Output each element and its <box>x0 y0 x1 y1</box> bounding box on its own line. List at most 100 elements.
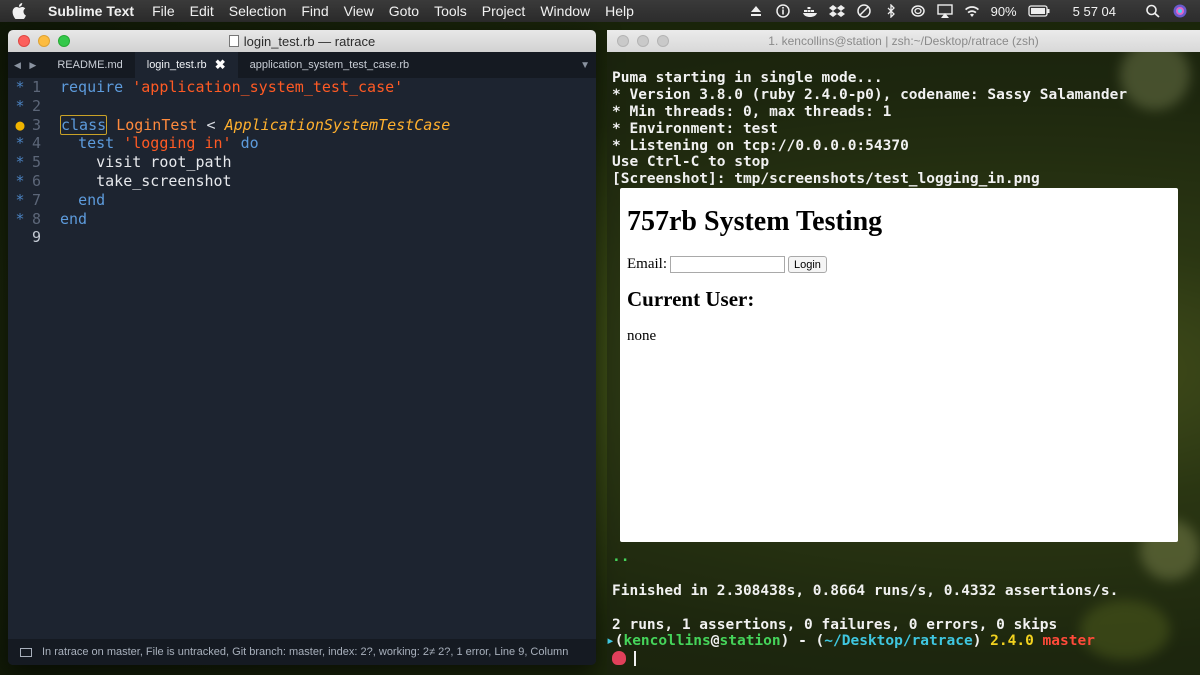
code-editor[interactable]: * 1 * 2 ● 3 * 4 * 5 * 6 * 7 * 8 9 require 'appli… <box>8 78 596 639</box>
menu-goto[interactable]: Goto <box>389 3 419 19</box>
prompt-arrow-icon: ▸ <box>607 633 615 650</box>
wifi-icon[interactable] <box>964 4 980 18</box>
menu-window[interactable]: Window <box>540 3 590 19</box>
terminal-title: 1. kencollins@station | zsh:~/Desktop/ra… <box>768 34 1039 48</box>
sublime-window: login_test.rb — ratrace ◀ ▶ README.md lo… <box>8 30 596 665</box>
gutter-line: * 8 <box>8 210 60 229</box>
string-literal: 'logging in' <box>123 134 232 153</box>
test-progress-dots: .. <box>612 549 630 565</box>
terminal-output[interactable]: Puma starting in single mode... * Versio… <box>612 70 1200 188</box>
gutter-line: ● 3 <box>8 116 60 135</box>
method-call: visit root_path <box>96 153 232 172</box>
tab-login-test[interactable]: login_test.rb ✖ <box>134 52 238 78</box>
current-user-heading: Current User: <box>627 287 755 311</box>
gutter-line: * 7 <box>8 191 60 210</box>
operator: < <box>206 115 216 134</box>
test-summary-line: 2 runs, 1 assertions, 0 failures, 0 erro… <box>612 616 1058 633</box>
docker-icon[interactable] <box>802 4 818 18</box>
document-icon <box>228 35 239 47</box>
prompt-user: kencollins <box>623 633 711 650</box>
tab-application-system-test-case[interactable]: application_system_test_case.rb <box>238 52 422 78</box>
gutter-line: * 2 <box>8 97 60 116</box>
status-text: In ratrace on master, File is untracked,… <box>42 646 569 658</box>
menu-find[interactable]: Find <box>301 3 328 19</box>
error-marker[interactable]: ● <box>8 116 32 135</box>
login-button: Login <box>788 256 827 273</box>
terminal-line: Use Ctrl-C to stop <box>612 154 770 171</box>
tab-label: application_system_test_case.rb <box>249 59 410 71</box>
block-icon[interactable] <box>856 4 872 18</box>
menu-clock[interactable]: 5 57 04 <box>1073 4 1116 19</box>
keyword: require <box>60 78 124 96</box>
prompt-separator: ) - ( <box>780 633 825 650</box>
terminal-line: Puma starting in single mode... <box>612 70 883 86</box>
terminal-cursor <box>634 650 636 666</box>
menu-edit[interactable]: Edit <box>190 3 214 19</box>
sync-icon[interactable] <box>910 4 926 18</box>
status-bar: In ratrace on master, File is untracked,… <box>8 639 596 665</box>
email-form: Email: Login <box>627 256 1171 273</box>
siri-icon[interactable] <box>1172 4 1188 18</box>
tab-nav-arrows-icon[interactable]: ◀ ▶ <box>8 60 45 71</box>
airplay-icon[interactable] <box>936 4 953 18</box>
modified-marker <box>8 228 32 247</box>
superclass-name: ApplicationSystemTestCase <box>224 115 451 134</box>
menu-help[interactable]: Help <box>605 3 634 19</box>
modified-marker: * <box>15 78 25 96</box>
tab-dropdown-icon[interactable]: ▼ <box>580 60 590 71</box>
keyword: do <box>240 134 259 153</box>
tab-readme[interactable]: README.md <box>45 52 134 78</box>
gutter-line: * 1 <box>8 78 60 97</box>
gutter-line: 9 <box>8 228 60 247</box>
line-gutter: * 1 * 2 ● 3 * 4 * 5 * 6 * 7 * 8 9 <box>8 78 60 247</box>
line-number: 9 <box>32 228 42 247</box>
menu-tools[interactable]: Tools <box>434 3 467 19</box>
prompt-git-branch: master <box>1042 633 1095 650</box>
panel-toggle-icon[interactable] <box>20 647 32 657</box>
spotlight-search-icon[interactable] <box>1145 4 1161 18</box>
terminal-window: 1. kencollins@station | zsh:~/Desktop/ra… <box>607 30 1200 675</box>
terminal-titlebar[interactable]: 1. kencollins@station | zsh:~/Desktop/ra… <box>607 30 1200 52</box>
line-number: 4 <box>32 134 42 153</box>
terminal-output-lower[interactable]: .. Finished in 2.308438s, 0.8664 runs/s,… <box>607 549 1200 667</box>
keyword: end <box>78 190 106 209</box>
menu-project[interactable]: Project <box>482 3 526 19</box>
modified-marker: * <box>15 153 25 172</box>
dropbox-icon[interactable] <box>828 4 845 18</box>
menu-selection[interactable]: Selection <box>229 3 287 19</box>
test-finished-line: Finished in 2.308438s, 0.8664 runs/s, 0.… <box>612 582 1119 599</box>
code-line: take_screenshot <box>60 172 596 191</box>
prompt-host: station <box>719 633 781 650</box>
email-label: Email: <box>627 256 667 272</box>
prompt-ruby-version: 2.4.0 <box>990 633 1034 650</box>
apple-icon[interactable] <box>12 3 26 19</box>
class-name: LoginTest <box>116 115 198 134</box>
eject-icon[interactable] <box>748 4 764 18</box>
code-line: end <box>60 191 596 210</box>
bluetooth-icon[interactable] <box>883 4 899 18</box>
close-tab-icon[interactable]: ✖ <box>215 57 226 73</box>
menu-view[interactable]: View <box>344 3 374 19</box>
info-icon[interactable] <box>775 4 791 18</box>
shell-input-line[interactable] <box>612 650 1200 667</box>
code-line: require 'application_system_test_case' <box>60 78 596 97</box>
prompt-at: @ <box>710 633 720 650</box>
code-line: end <box>60 210 596 229</box>
tab-label: login_test.rb <box>146 59 207 71</box>
modified-marker: * <box>15 96 25 115</box>
menu-file[interactable]: File <box>152 3 175 19</box>
terminal-line: * Environment: test <box>612 120 778 137</box>
sublime-titlebar[interactable]: login_test.rb — ratrace <box>8 30 596 52</box>
prompt-path: ~/Desktop/ratrace <box>824 633 973 650</box>
tab-label: README.md <box>57 59 123 71</box>
window-title: login_test.rb — ratrace <box>8 34 596 49</box>
modified-marker: * <box>15 171 25 190</box>
menu-app-name[interactable]: Sublime Text <box>48 3 134 19</box>
code-area[interactable]: require 'application_system_test_case' c… <box>60 78 596 247</box>
menu-bar: Sublime Text File Edit Selection Find Vi… <box>0 0 1200 22</box>
code-line: test 'logging in' do <box>60 134 596 153</box>
battery-icon[interactable] <box>1027 4 1050 18</box>
keyword: class <box>60 114 108 135</box>
